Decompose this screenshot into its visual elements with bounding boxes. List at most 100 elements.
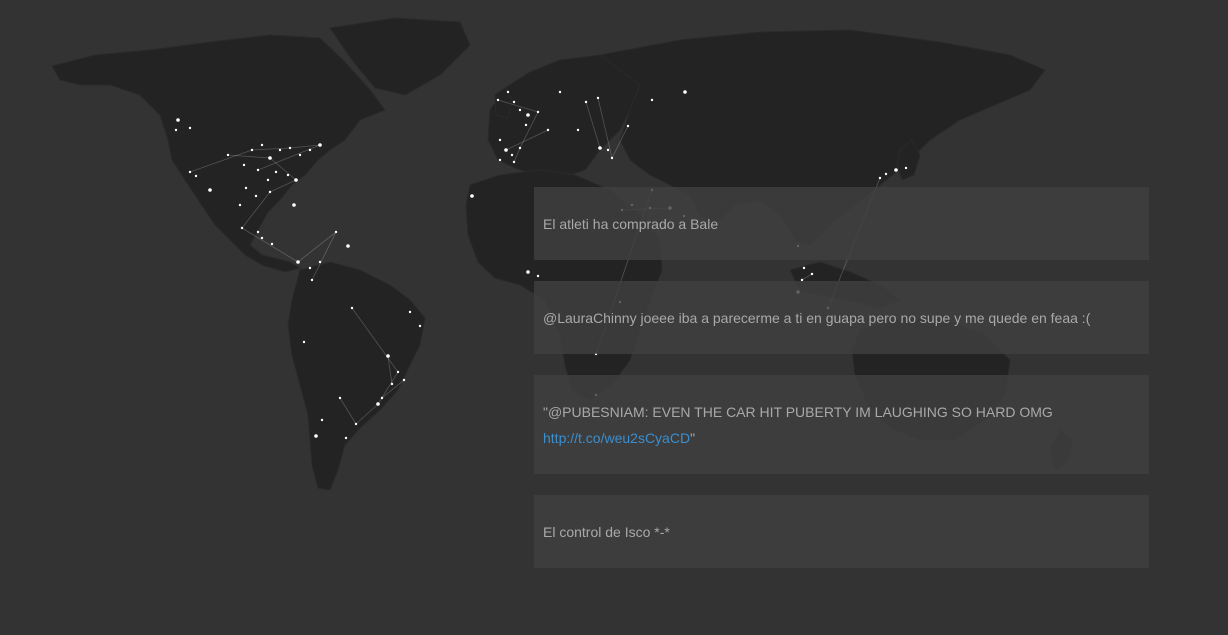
tweet-location-dot bbox=[318, 143, 322, 147]
visualization-stage: El atleti ha comprado a Bale @LauraChinn… bbox=[0, 0, 1228, 635]
tweet-location-dot bbox=[308, 266, 312, 270]
tweet-location-dot bbox=[292, 203, 296, 207]
tweet-location-dot bbox=[418, 324, 422, 328]
tweet-location-dot bbox=[242, 163, 246, 167]
tweet-location-dot bbox=[470, 194, 474, 198]
tweet-card: El atleti ha comprado a Bale bbox=[534, 187, 1149, 260]
tweet-location-dot bbox=[278, 148, 282, 152]
tweet-location-dot bbox=[376, 402, 380, 406]
tweet-text: "@PUBESNIAM: EVEN THE CAR HIT PUBERTY IM… bbox=[543, 399, 1140, 451]
tweet-text-before-link: "@PUBESNIAM: EVEN THE CAR HIT PUBERTY IM… bbox=[543, 403, 1053, 420]
europe-shape bbox=[487, 54, 641, 179]
tweet-text: @LauraChinny joeee iba a parecerme a ti … bbox=[543, 309, 1091, 326]
tweet-location-dot bbox=[244, 186, 248, 190]
tweet-location-dot bbox=[294, 178, 298, 182]
tweet-location-dot bbox=[584, 100, 588, 104]
tweet-location-dot bbox=[596, 96, 600, 100]
tweet-location-dot bbox=[208, 188, 212, 192]
tweet-location-dot bbox=[250, 148, 254, 152]
tweet-text-after-link: " bbox=[690, 429, 696, 446]
tweet-location-dot bbox=[526, 113, 530, 117]
tweet-text: El control de Isco *-* bbox=[543, 523, 670, 540]
tweet-location-dot bbox=[350, 306, 354, 310]
south-america-shape bbox=[287, 261, 426, 491]
tweet-card: @LauraChinny joeee iba a parecerme a ti … bbox=[534, 281, 1149, 354]
tweet-location-dot bbox=[683, 90, 687, 94]
tweet-location-dot bbox=[268, 156, 272, 160]
tweet-location-dot bbox=[308, 148, 312, 152]
tweet-location-dot bbox=[598, 146, 602, 150]
tweet-location-dot bbox=[298, 153, 302, 157]
tweet-location-dot bbox=[268, 190, 272, 194]
tweet-location-dot bbox=[188, 170, 192, 174]
tweet-location-dot bbox=[884, 172, 888, 176]
tweet-location-dot bbox=[354, 422, 358, 426]
tweet-location-dot bbox=[408, 310, 412, 314]
tweet-location-dot bbox=[518, 146, 522, 150]
tweet-location-dot bbox=[346, 244, 350, 248]
tweet-location-dot bbox=[302, 340, 306, 344]
tweet-location-dot bbox=[256, 168, 260, 172]
tweet-location-dot bbox=[498, 158, 502, 162]
tweet-location-dot bbox=[504, 148, 508, 152]
tweet-location-dot bbox=[498, 138, 502, 142]
tweet-text: El atleti ha comprado a Bale bbox=[543, 215, 719, 232]
tweet-location-dot bbox=[546, 128, 550, 132]
tweet-location-dot bbox=[270, 242, 274, 246]
tweet-card: El control de Isco *-* bbox=[534, 495, 1149, 568]
tweet-location-dot bbox=[610, 156, 614, 160]
tweet-location-dot bbox=[266, 178, 270, 182]
tweet-location-dot bbox=[606, 148, 610, 152]
tweet-location-dot bbox=[626, 124, 630, 128]
tweet-location-dot bbox=[536, 110, 540, 114]
tweet-location-dot bbox=[254, 194, 258, 198]
tweet-location-dot bbox=[390, 382, 394, 386]
tweet-location-dot bbox=[558, 90, 562, 94]
tweet-location-dot bbox=[510, 153, 514, 157]
tweet-location-dot bbox=[518, 108, 522, 112]
tweet-location-dot bbox=[288, 146, 292, 150]
tweet-location-dot bbox=[226, 153, 230, 157]
tweet-location-dot bbox=[176, 118, 180, 122]
tweet-location-dot bbox=[512, 160, 516, 164]
tweet-location-dot bbox=[314, 434, 318, 438]
tweet-location-dot bbox=[526, 270, 530, 274]
tweet-location-dot bbox=[188, 126, 192, 130]
tweet-location-dot bbox=[256, 230, 260, 234]
tweet-location-dot bbox=[802, 266, 806, 270]
tweet-location-dot bbox=[496, 98, 500, 102]
tweet-location-dot bbox=[338, 396, 342, 400]
tweet-location-dot bbox=[240, 226, 244, 230]
tweet-location-dot bbox=[174, 128, 178, 132]
tweet-location-dot bbox=[194, 174, 198, 178]
tweet-location-dot bbox=[380, 396, 384, 400]
tweet-link[interactable]: http://t.co/weu2sCyaCD bbox=[543, 430, 690, 446]
tweet-location-dot bbox=[810, 272, 814, 276]
tweet-location-dot bbox=[878, 176, 882, 180]
tweet-location-dot bbox=[506, 90, 510, 94]
tweet-location-dot bbox=[536, 274, 540, 278]
tweet-location-dot bbox=[344, 436, 348, 440]
tweet-link-line bbox=[297, 231, 337, 263]
tweet-location-dot bbox=[238, 203, 242, 207]
north-america-shape bbox=[51, 34, 386, 273]
tweet-location-dot bbox=[320, 418, 324, 422]
tweet-card: "@PUBESNIAM: EVEN THE CAR HIT PUBERTY IM… bbox=[534, 375, 1149, 474]
tweet-location-dot bbox=[576, 128, 580, 132]
tweet-location-dot bbox=[296, 260, 300, 264]
tweet-location-dot bbox=[904, 166, 908, 170]
tweet-location-dot bbox=[274, 170, 278, 174]
tweet-location-dot bbox=[402, 378, 406, 382]
tweet-location-dot bbox=[260, 236, 264, 240]
tweet-location-dot bbox=[334, 230, 338, 234]
tweet-location-dot bbox=[318, 260, 322, 264]
tweet-location-dot bbox=[512, 100, 516, 104]
tweet-location-dot bbox=[260, 143, 264, 147]
tweet-location-dot bbox=[894, 168, 898, 172]
tweet-location-dot bbox=[386, 354, 390, 358]
tweet-location-dot bbox=[396, 370, 400, 374]
tweet-location-dot bbox=[650, 98, 654, 102]
tweet-location-dot bbox=[524, 123, 528, 127]
tweet-location-dot bbox=[310, 278, 314, 282]
tweet-location-dot bbox=[286, 173, 290, 177]
